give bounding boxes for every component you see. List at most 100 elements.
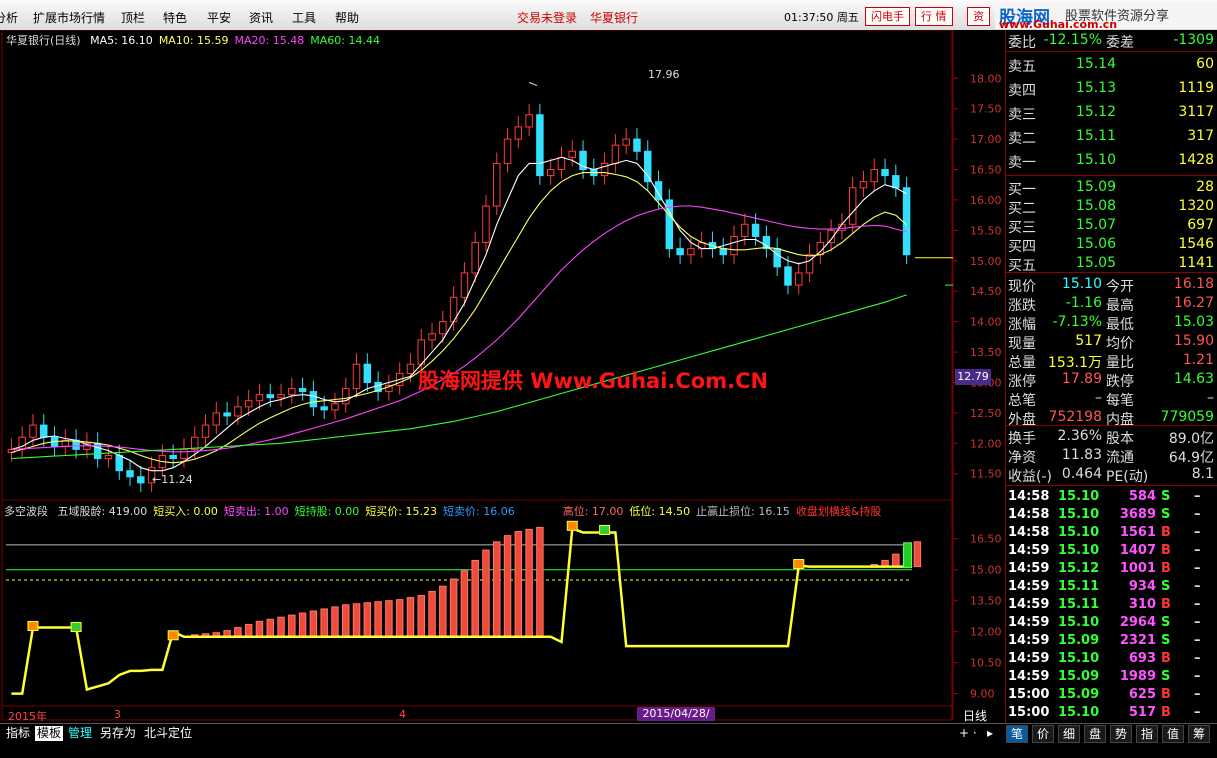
tab-beidou-locate[interactable]: 北斗定位 <box>142 726 194 741</box>
tab-save-as[interactable]: 另存为 <box>98 726 138 741</box>
buy-row-1-volume: 28 <box>1196 179 1214 195</box>
stat2-row-1: 净资 11.83 流通 64.9亿 <box>1006 446 1217 466</box>
buy-row-3-price: 15.07 <box>1075 217 1116 233</box>
candle-body <box>439 321 447 335</box>
period-label[interactable]: 日线 <box>963 707 987 724</box>
ma-label-1: MA10: 15.59 <box>158 34 229 47</box>
menu-pingan[interactable]: 平安 <box>207 9 231 26</box>
right-tab-4[interactable]: 势 <box>1110 725 1132 743</box>
candle-body <box>277 394 285 399</box>
menu-help[interactable]: 帮助 <box>335 9 359 26</box>
menu-topbar[interactable]: 顶栏 <box>121 9 145 26</box>
y-tick-label: 12.50 <box>970 407 1002 420</box>
buy-row-1: 买一 15.09 28 <box>1006 178 1217 198</box>
arrow-right-icon[interactable]: ▸ <box>985 726 995 741</box>
right-tab-3[interactable]: 盘 <box>1084 725 1106 743</box>
tick-row: 14:59 15.11 934 S – <box>1006 578 1217 596</box>
stat-row-2-label2: 最低 <box>1106 317 1134 333</box>
sell-row-2-label: 卖二 <box>1008 131 1036 147</box>
menu-bar: 分析 扩展市场行情 顶栏 特色 平安 资讯 工具 帮助 交易未登录 华夏银行 0… <box>0 0 1217 31</box>
right-tab-6[interactable]: 值 <box>1162 725 1184 743</box>
tick-row: 15:00 15.09 625 B – <box>1006 686 1217 704</box>
buy-row-3-volume: 697 <box>1187 217 1214 233</box>
menu-analysis[interactable]: 分析 <box>0 9 18 26</box>
indicator-field-5: 短卖价: 16.06 <box>443 505 515 518</box>
stat-row-3-value2: 15.90 <box>1173 333 1214 349</box>
menu-tools[interactable]: 工具 <box>292 9 316 26</box>
ma-label-3: MA60: 14.44 <box>310 34 380 47</box>
buy-row-2-price: 15.08 <box>1075 198 1116 214</box>
cursor-date-badge: 2015/04/28/二 <box>637 707 715 734</box>
candle-body <box>482 205 490 244</box>
tick-time: 15:00 <box>1008 687 1050 702</box>
flash-trade-button[interactable]: 闪电手 <box>865 7 910 26</box>
buy-row-2-label: 买二 <box>1008 201 1036 217</box>
tick-dash: – <box>1194 561 1201 576</box>
tick-side: B <box>1161 651 1171 666</box>
indicator-bar <box>503 535 512 638</box>
tick-time: 14:59 <box>1008 615 1050 630</box>
stat2-row-1-value2: 64.9亿 <box>1168 450 1214 466</box>
login-status[interactable]: 交易未登录 <box>517 9 577 26</box>
tick-volume: 1407 <box>1119 543 1156 558</box>
stock-name-menu: 华夏银行 <box>590 11 639 25</box>
tick-row: 14:59 15.11 310 B – <box>1006 596 1217 614</box>
candle-body <box>266 394 274 399</box>
stat-row-7-label1: 外盘 <box>1008 412 1036 428</box>
separator <box>1006 175 1217 176</box>
candle-body <box>320 406 328 411</box>
stat-row-1-label2: 最高 <box>1106 298 1134 314</box>
stat-row-3-label1: 现量 <box>1008 336 1036 352</box>
buy-row-4-label: 买四 <box>1008 239 1036 255</box>
candle-body <box>363 363 372 383</box>
candle-body <box>870 169 878 183</box>
menu-features[interactable]: 特色 <box>163 9 187 26</box>
stat-row-4-label2: 量比 <box>1106 355 1134 371</box>
stat-row-3: 现量 517 均价 15.90 <box>1006 332 1217 352</box>
sell-row-1: 卖一 15.10 1428 <box>1006 151 1217 171</box>
main-chart-header: 华夏银行(日线) MA5: 16.10 MA10: 15.59 MA20: 15.4… <box>6 32 380 48</box>
sell-row-5-label: 卖五 <box>1008 59 1036 75</box>
scroll-left-icon[interactable]: + · <box>957 726 979 741</box>
indicator-bar <box>913 541 922 568</box>
y-tick-label: 17.00 <box>970 133 1002 146</box>
x-label-2015: 2015年 <box>8 710 47 723</box>
quote-button[interactable]: 行 情 <box>915 7 953 26</box>
tab-manage[interactable]: 管理 <box>66 726 94 741</box>
info-button[interactable]: 资 <box>967 7 990 26</box>
low-label-value: 11.24 <box>161 473 193 486</box>
candle-body <box>805 254 814 274</box>
menu-news[interactable]: 资讯 <box>249 9 273 26</box>
right-tab-1[interactable]: 价 <box>1032 725 1054 743</box>
right-tab-5[interactable]: 指 <box>1136 725 1158 743</box>
indicator-bar <box>277 616 285 638</box>
sell-row-4-volume: 1119 <box>1178 80 1214 96</box>
right-tab-2[interactable]: 细 <box>1058 725 1080 743</box>
stat-row-4-value2: 1.21 <box>1182 352 1214 368</box>
candle-body <box>352 363 361 390</box>
indicator-bar <box>255 620 264 638</box>
candle-body <box>503 138 512 164</box>
tab-template[interactable]: 模板 <box>35 726 64 741</box>
menu-ext-market[interactable]: 扩展市场行情 <box>33 9 105 26</box>
right-tab-7[interactable]: 筹 <box>1188 725 1210 743</box>
candle-body <box>848 187 857 225</box>
tick-side: S <box>1161 489 1171 504</box>
right-tab-0[interactable]: 笔 <box>1006 725 1028 743</box>
stat-row-3-label2: 均价 <box>1106 336 1134 352</box>
tick-dash: – <box>1194 615 1201 630</box>
y-tick-label: 15.00 <box>970 255 1002 268</box>
indicator-bar <box>514 530 523 638</box>
stat-row-0-label1: 现价 <box>1008 279 1036 295</box>
candle-body <box>104 454 113 460</box>
stat-row-6-value1: – <box>1095 390 1102 406</box>
tab-indicator[interactable]: 指标 <box>4 726 32 741</box>
tick-volume: 1561 <box>1119 525 1156 540</box>
stat-row-2-value1: -7.13% <box>1052 314 1102 330</box>
ma-label-0: MA5: 16.10 <box>90 34 153 47</box>
tick-price: 15.09 <box>1058 669 1100 684</box>
stat-row-7-value2: 779059 <box>1160 409 1214 425</box>
separator <box>1006 425 1217 426</box>
y-tick-label: 15.50 <box>970 224 1002 237</box>
stat2-row-0-label1: 换手 <box>1008 431 1036 447</box>
